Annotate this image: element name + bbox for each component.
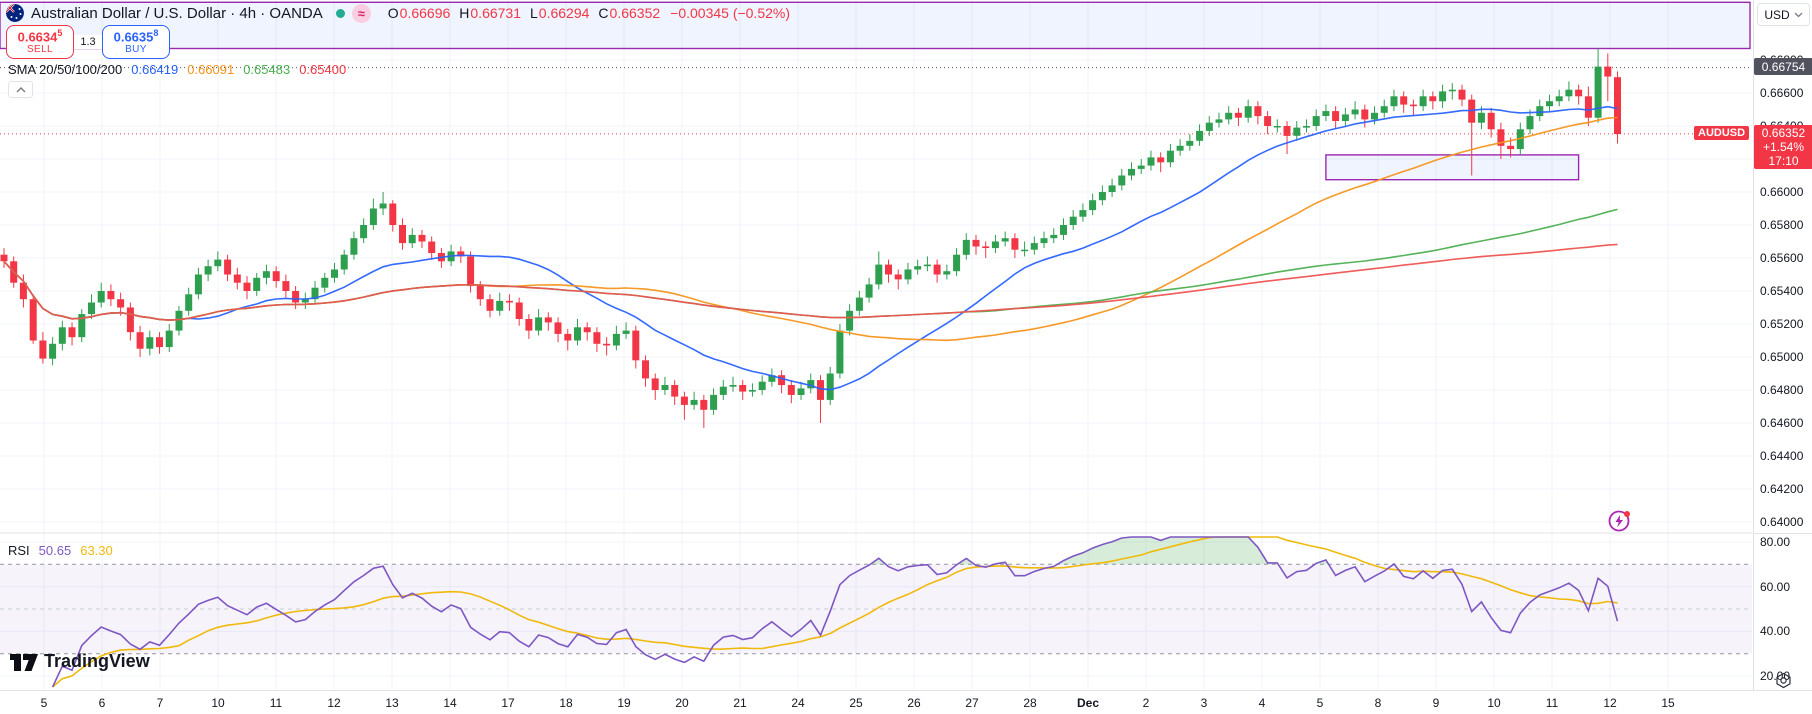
time-axis-label: 17 <box>501 696 515 710</box>
rsi-axis-label: 60.00 <box>1760 580 1791 594</box>
time-axis-label: 2 <box>1142 696 1150 710</box>
time-axis-label: 10 <box>1487 696 1501 710</box>
tradingview-mark-icon <box>10 654 38 671</box>
symbol-price-tag: AUDUSD <box>1694 126 1750 140</box>
trade-panel: 0.66345 SELL 1.3 0.66358 BUY <box>6 25 170 59</box>
currency-selector[interactable]: USD <box>1757 3 1810 26</box>
price-axis-label: 0.64200 <box>1760 482 1804 496</box>
sma50-value: 0.66091 <box>187 62 235 77</box>
price-axis-label: 0.66000 <box>1760 185 1804 199</box>
time-axis-label: 25 <box>849 696 863 710</box>
time-axis-label: 9 <box>1432 696 1440 710</box>
last-price-badge: 0.66352 +1.54% 17:10 <box>1754 125 1812 169</box>
sell-button[interactable]: 0.66345 SELL <box>6 25 74 59</box>
last-change: +1.54% <box>1762 140 1805 154</box>
rsi-legend-label: RSI <box>8 543 30 558</box>
price-axis-label: 0.65400 <box>1760 284 1804 298</box>
rsi-axis-label: 40.00 <box>1760 624 1791 638</box>
time-axis-label: 11 <box>1545 696 1559 710</box>
time-axis-label: 15 <box>1661 696 1675 710</box>
price-axis-label: 0.65200 <box>1760 317 1804 331</box>
time-axis-label: 6 <box>98 696 106 710</box>
price-axis-label: 0.65800 <box>1760 218 1804 232</box>
rsi-ma-value: 63.30 <box>80 543 113 558</box>
time-axis-label: 27 <box>965 696 979 710</box>
time-axis-label: 21 <box>733 696 747 710</box>
chevron-down-icon <box>1794 12 1803 17</box>
price-axis-label: 0.64000 <box>1760 515 1804 529</box>
low-value: 0.66294 <box>538 5 590 21</box>
last-price: 0.66352 <box>1761 126 1806 140</box>
ohlc-readout: O0.66696 H0.66731 L0.66294 C0.66352 −0.0… <box>387 5 791 21</box>
time-axis-label: 3 <box>1200 696 1208 710</box>
symbol-title[interactable]: Australian Dollar / U.S. Dollar · 4h · O… <box>31 5 323 22</box>
time-axis-label: 12 <box>327 696 341 710</box>
main-chart[interactable] <box>0 0 1752 690</box>
time-axis-label: 18 <box>559 696 573 710</box>
spread-value: 1.3 <box>74 35 102 49</box>
time-axis-label: 13 <box>385 696 399 710</box>
collapse-legend-button[interactable] <box>8 81 33 98</box>
time-axis-label: 20 <box>675 696 689 710</box>
price-axis-label: 0.65600 <box>1760 251 1804 265</box>
time-axis-label: 5 <box>1316 696 1324 710</box>
time-axis-label: Dec <box>1076 696 1100 710</box>
time-axis-label: 26 <box>907 696 921 710</box>
time-axis-label: 12 <box>1603 696 1617 710</box>
time-axis-label: 4 <box>1258 696 1266 710</box>
sma20-value: 0.66419 <box>131 62 179 77</box>
time-axis-label: 8 <box>1374 696 1382 710</box>
buy-button[interactable]: 0.66358 BUY <box>102 25 170 59</box>
close-value: 0.66352 <box>609 5 661 21</box>
price-axis[interactable]: USD 0.668000.666000.664000.662000.660000… <box>1753 0 1812 690</box>
time-axis-label: 14 <box>443 696 457 710</box>
high-value: 0.66731 <box>470 5 521 21</box>
price-axis-label: 0.66600 <box>1760 86 1804 100</box>
lightning-icon[interactable] <box>1607 507 1635 535</box>
rsi-value: 50.65 <box>38 543 72 558</box>
tradingview-logo[interactable]: TradingView <box>10 650 150 672</box>
australia-flag-icon <box>6 4 24 22</box>
time-axis[interactable]: 5 6 7 10 11 12 13 14 17 18 19 20 21 24 25 26 27 28 Dec 2 3 4 5… <box>0 690 1812 714</box>
sma-legend[interactable]: SMA 20/50/100/200 0.66419 0.66091 0.6548… <box>8 62 346 77</box>
rsi-axis-label: 80.00 <box>1760 535 1791 549</box>
bar-countdown: 17:10 <box>1768 154 1799 168</box>
pane-separator <box>1754 533 1812 534</box>
time-axis-label: 7 <box>156 696 164 710</box>
market-open-dot-icon <box>335 8 345 18</box>
symbol-header: Australian Dollar / U.S. Dollar · 4h · O… <box>6 3 790 23</box>
time-axis-label: 11 <box>269 696 283 710</box>
sma100-value: 0.65483 <box>243 62 291 77</box>
price-axis-label: 0.64800 <box>1760 383 1804 397</box>
open-value: 0.66696 <box>399 5 451 21</box>
time-axis-label: 28 <box>1023 696 1037 710</box>
time-axis-label: 10 <box>211 696 225 710</box>
time-axis-label: 24 <box>791 696 805 710</box>
sma-legend-label: SMA 20/50/100/200 <box>8 62 123 77</box>
time-axis-label: 5 <box>40 696 48 710</box>
high-price-badge: 0.66754 <box>1754 58 1812 75</box>
tradingview-chart-window: Australian Dollar / U.S. Dollar · 4h · O… <box>0 0 1812 714</box>
price-axis-label: 0.64400 <box>1760 449 1804 463</box>
price-axis-label: 0.65000 <box>1760 350 1804 364</box>
rsi-legend[interactable]: RSI 50.65 63.30 <box>8 543 113 558</box>
price-axis-label: 0.64600 <box>1760 416 1804 430</box>
sma200-value: 0.65400 <box>299 62 347 77</box>
chevron-up-icon <box>16 86 25 92</box>
time-axis-label: 19 <box>617 696 631 710</box>
approx-price-icon: ≈ <box>351 3 371 23</box>
change-value: −0.00345 (−0.52%) <box>670 5 791 21</box>
